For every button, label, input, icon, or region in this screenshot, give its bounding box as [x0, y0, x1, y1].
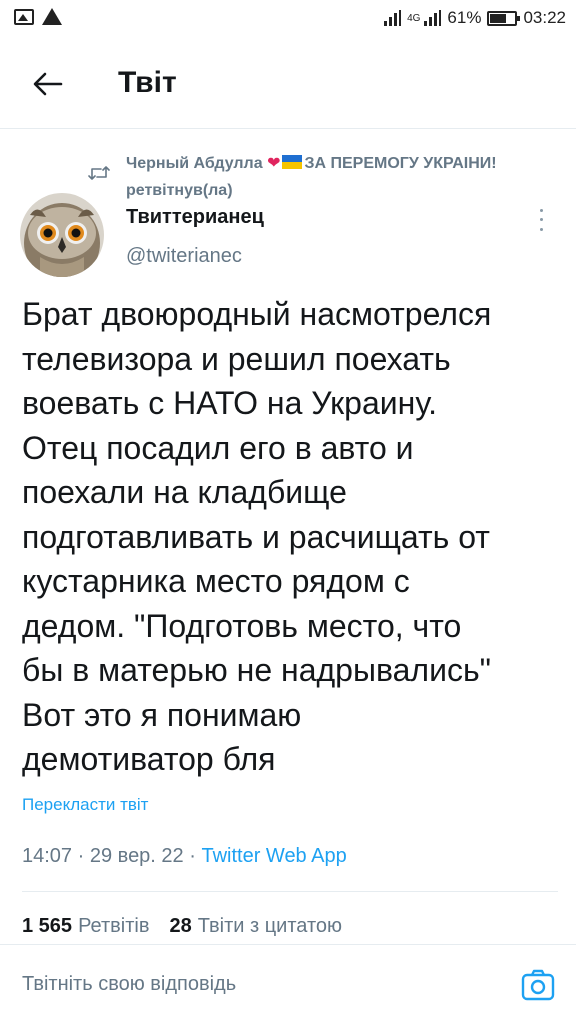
retweets-label: Ретвітів: [78, 915, 150, 937]
author-avatar[interactable]: [20, 193, 104, 277]
retweets-count: 1 565: [22, 915, 73, 937]
battery-percent: 61%: [447, 8, 482, 27]
ukraine-flag-icon: [282, 155, 303, 169]
network-type: 4G: [407, 12, 421, 24]
retweeter-name: Черный Абдулла: [126, 155, 263, 172]
tweet-stats: 1 565 Ретвітів 28 Твіти з цитатою: [22, 915, 342, 938]
back-button[interactable]: [28, 64, 68, 104]
heart-icon: ❤: [267, 155, 281, 172]
author-handle[interactable]: @twiterianec: [126, 245, 242, 268]
status-indicators: 4G 61% 03:22: [384, 8, 566, 28]
reply-bar: Твітніть свою відповідь: [0, 944, 576, 1025]
more-dots-icon: [539, 209, 543, 213]
reply-input[interactable]: Твітніть свою відповідь: [22, 973, 236, 996]
meta-separator: ·: [77, 845, 85, 867]
signal-icon: [384, 10, 402, 26]
retweet-icon: [88, 166, 110, 180]
tweet-time: 14:07: [22, 845, 73, 867]
owl-avatar-image: [20, 193, 104, 277]
signal-icon-2: [424, 10, 442, 26]
warning-icon: [42, 8, 62, 25]
quote-tweets-stat[interactable]: 28 Твіти з цитатою: [169, 915, 342, 938]
arrow-left-icon: [33, 72, 63, 96]
retweeted-label: ретвітнув(ла): [126, 182, 233, 199]
quotes-count: 28: [169, 915, 192, 937]
retweeter-slogan: ЗА ПЕРЕМОГУ УКРАІНИ!: [304, 155, 497, 172]
retweets-stat[interactable]: 1 565 Ретвітів: [22, 915, 149, 938]
quotes-label: Твіти з цитатою: [197, 915, 343, 937]
camera-icon[interactable]: [520, 967, 556, 1003]
more-dot: [539, 227, 543, 231]
tweet-date: 29 вер. 22: [89, 845, 184, 867]
status-bar: 4G 61% 03:22: [0, 0, 576, 38]
tweet-metadata: 14:07 · 29 вер. 22 · Twitter Web App: [22, 845, 347, 868]
more-dot: [539, 218, 543, 222]
status-notifications: [14, 8, 62, 25]
author-name[interactable]: Твиттерианец: [126, 206, 264, 229]
battery-icon: [487, 10, 521, 26]
tweet-text: Брат двоюродный насмотрелся телевизора и…: [22, 296, 492, 777]
divider: [22, 891, 558, 892]
tweet-source-link[interactable]: Twitter Web App: [201, 845, 346, 867]
meta-separator: ·: [189, 845, 196, 867]
top-app-bar: Твіт: [0, 40, 576, 129]
image-notification-icon: [14, 8, 34, 25]
page-title: Твіт: [118, 66, 177, 99]
more-options-button[interactable]: [533, 206, 549, 234]
clock: 03:22: [523, 8, 566, 27]
retweet-context-text: Черный Абдулла ❤ ЗА ПЕРЕМОГУ УКРАІНИ! рет…: [126, 150, 506, 204]
translate-tweet-link[interactable]: Перекласти твіт: [22, 795, 148, 815]
